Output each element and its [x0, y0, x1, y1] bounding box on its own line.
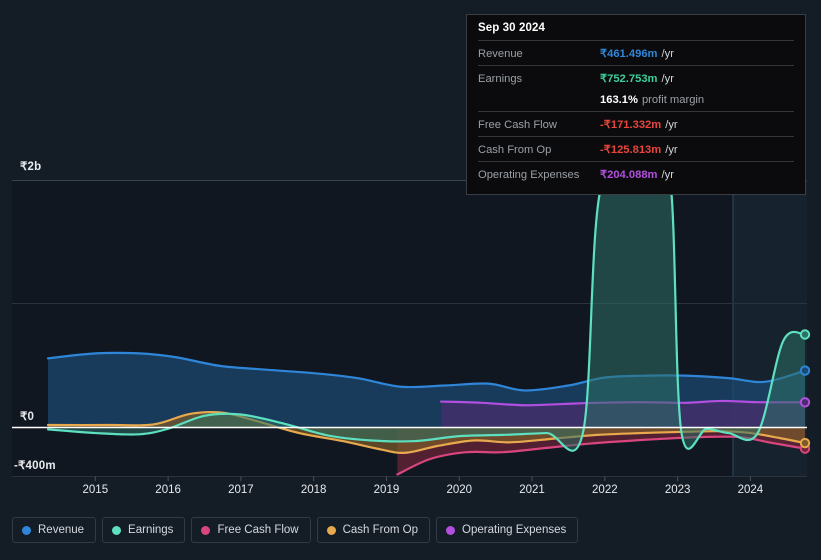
- legend-color-dot: [446, 525, 456, 535]
- tooltip-row-value: ₹461.496m: [600, 48, 658, 60]
- tooltip-row-label: Cash From Op: [478, 144, 552, 156]
- tooltip-row-unit: /yr: [665, 144, 678, 156]
- legend-item-label: Revenue: [38, 524, 85, 536]
- profit-margin-value: 163.1%: [600, 94, 638, 106]
- tooltip-date: Sep 30 2024: [478, 22, 545, 34]
- y-axis-label-negative: -₹400m: [14, 460, 56, 472]
- endpoint-dot-operating-expenses[interactable]: [799, 397, 811, 408]
- x-tick-label-2018: 2018: [300, 484, 327, 496]
- legend-item-revenue[interactable]: Revenue: [12, 517, 97, 543]
- profit-margin-label: profit margin: [641, 94, 705, 106]
- chart-legend[interactable]: Revenue Earnings Free Cash Flow Cash From O…: [12, 517, 579, 543]
- legend-item-cash-from-op[interactable]: Cash From Op: [316, 517, 431, 543]
- tooltip-rows: Revenue ₹461.496m/yr Earnings ₹752.753m/yr 1…: [478, 40, 794, 186]
- endpoint-dot-revenue[interactable]: [799, 365, 811, 376]
- financial-chart-widget: ₹2b ₹0 -₹400m 2015 2016 2017 2018 2019 2020 20…: [0, 0, 821, 560]
- x-tick-label-2021: 2021: [519, 484, 545, 496]
- tooltip-row: Revenue ₹461.496m/yr: [478, 40, 794, 65]
- endpoint-dot-earnings[interactable]: [799, 329, 811, 340]
- tooltip-row: Cash From Op -₹125.813m/yr: [478, 136, 794, 161]
- tooltip-profit-margin-row: 163.1% profit margin: [478, 90, 794, 111]
- legend-item-earnings[interactable]: Earnings: [102, 517, 186, 543]
- tooltip-row-label: Free Cash Flow: [478, 119, 557, 131]
- chart-tooltip: Sep 30 2024 Revenue ₹461.496m/yr Earnings ₹…: [466, 14, 806, 195]
- tooltip-row-value: ₹752.753m: [600, 73, 658, 85]
- y-axis-label-zero: ₹0: [20, 411, 35, 423]
- tooltip-row: Earnings ₹752.753m/yr: [478, 65, 794, 90]
- legend-item-label: Free Cash Flow: [217, 524, 299, 536]
- tooltip-row-unit: /yr: [661, 73, 674, 85]
- x-tick-label-2023: 2023: [664, 484, 691, 496]
- x-tick-label-2019: 2019: [373, 484, 400, 496]
- x-tick-label-2024: 2024: [737, 484, 764, 496]
- tooltip-row-unit: /yr: [661, 169, 674, 181]
- tooltip-row-value: ₹204.088m: [600, 169, 658, 181]
- legend-item-free-cash-flow[interactable]: Free Cash Flow: [191, 517, 311, 543]
- tooltip-row-value: -₹171.332m: [600, 119, 662, 131]
- tooltip-row-label: Revenue: [478, 48, 523, 60]
- legend-color-dot: [201, 525, 211, 535]
- tooltip-row-unit: /yr: [661, 48, 674, 60]
- endpoint-dot-cash-from-op[interactable]: [799, 437, 811, 449]
- y-axis-label-top: ₹2b: [20, 161, 42, 173]
- legend-item-label: Earnings: [128, 524, 174, 536]
- x-tick-label-2017: 2017: [228, 484, 254, 496]
- tooltip-row-label: Operating Expenses: [478, 169, 580, 181]
- legend-item-label: Operating Expenses: [462, 524, 567, 536]
- tooltip-row: Operating Expenses ₹204.088m/yr: [478, 161, 794, 186]
- legend-color-dot: [112, 525, 122, 535]
- tooltip-row-value: -₹125.813m: [600, 144, 662, 156]
- legend-color-dot: [326, 525, 336, 535]
- tooltip-row-label: Earnings: [478, 73, 523, 85]
- x-tick-label-2020: 2020: [446, 484, 473, 496]
- x-tick-label-2016: 2016: [155, 484, 181, 496]
- tooltip-row: Free Cash Flow -₹171.332m/yr: [478, 111, 794, 136]
- x-tick-marks: [94, 476, 751, 481]
- x-tick-label-2022: 2022: [592, 484, 618, 496]
- legend-item-label: Cash From Op: [342, 524, 419, 536]
- legend-color-dot: [22, 525, 31, 535]
- x-tick-label-2015: 2015: [82, 484, 109, 496]
- tooltip-row-unit: /yr: [665, 119, 678, 131]
- legend-item-operating-expenses[interactable]: Operating Expenses: [436, 517, 579, 543]
